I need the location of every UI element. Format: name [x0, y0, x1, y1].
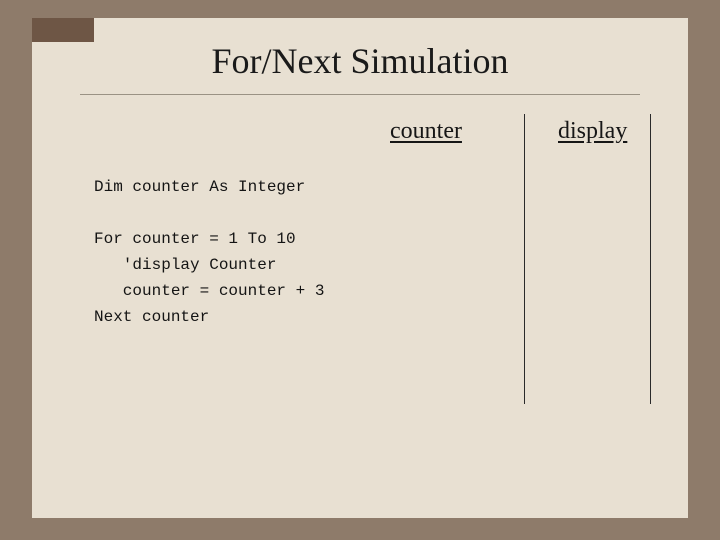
code-line: 'display Counter [94, 256, 276, 274]
column-header-display: display [558, 118, 627, 145]
code-line: For counter = 1 To 10 [94, 230, 296, 248]
slide: For/Next Simulation counter display Dim … [32, 18, 688, 518]
code-line: Next counter [94, 308, 209, 326]
column-divider-left [524, 114, 525, 404]
slide-title: For/Next Simulation [32, 40, 688, 82]
corner-accent [32, 18, 94, 42]
code-line: counter = counter + 3 [94, 282, 324, 300]
column-divider-right [650, 114, 651, 404]
column-header-counter: counter [390, 118, 462, 145]
code-block: Dim counter As Integer For counter = 1 T… [94, 174, 394, 330]
code-line: Dim counter As Integer [94, 178, 305, 196]
title-underline [80, 94, 640, 95]
